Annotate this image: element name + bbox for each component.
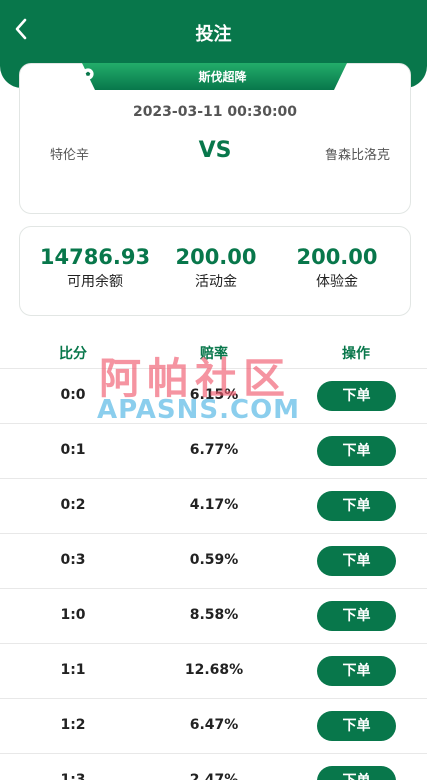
odds-cell: 6.77% bbox=[189, 442, 239, 458]
place-bet-button[interactable]: 下单 bbox=[317, 711, 396, 741]
table-row: 0:0 6.15% 下单 bbox=[0, 368, 427, 424]
score-cell: 0:3 bbox=[60, 552, 86, 568]
away-team: 鲁森比洛克 bbox=[324, 148, 390, 163]
page-title: 投注 bbox=[195, 24, 232, 45]
table-row: 0:3 0.59% 下单 bbox=[0, 533, 427, 589]
odds-cell: 6.47% bbox=[189, 717, 239, 733]
soccer-ball-icon bbox=[82, 68, 194, 82]
score-cell: 0:2 bbox=[60, 497, 86, 513]
place-bet-button[interactable]: 下单 bbox=[317, 546, 396, 576]
available-balance-value: 14786.93 bbox=[39, 245, 151, 269]
place-bet-button[interactable]: 下单 bbox=[317, 381, 396, 411]
trial-fund-label: 体验金 bbox=[316, 274, 358, 290]
odds-cell: 6.15% bbox=[189, 387, 239, 403]
odds-cell: 4.17% bbox=[189, 497, 239, 513]
place-bet-button[interactable]: 下单 bbox=[317, 601, 396, 631]
odds-cell: 8.58% bbox=[189, 607, 239, 623]
header-score: 比分 bbox=[59, 346, 87, 362]
place-bet-button[interactable]: 下单 bbox=[317, 766, 396, 780]
place-bet-button[interactable]: 下单 bbox=[317, 491, 396, 521]
activity-fund-label: 活动金 bbox=[195, 274, 237, 290]
odds-cell: 0.59% bbox=[189, 552, 239, 568]
score-cell: 0:1 bbox=[60, 442, 86, 458]
score-cell: 1:1 bbox=[60, 662, 86, 678]
league-tab: 斯伐超降 bbox=[82, 63, 347, 91]
table-row: 1:1 12.68% 下单 bbox=[0, 643, 427, 699]
header-action: 操作 bbox=[342, 346, 370, 362]
place-bet-button[interactable]: 下单 bbox=[317, 436, 396, 466]
table-row: 0:1 6.77% 下单 bbox=[0, 423, 427, 479]
table-row: 1:3 2.47% 下单 bbox=[0, 753, 427, 780]
league-label: 斯伐超降 bbox=[82, 68, 347, 85]
odds-cell: 12.68% bbox=[184, 662, 244, 678]
score-cell: 1:3 bbox=[60, 772, 86, 780]
match-card: 斯伐超降 2023-03-11 00:30:00 特伦辛 VS 鲁森比洛克 bbox=[19, 63, 411, 214]
trial-fund-value: 200.00 bbox=[296, 245, 378, 269]
available-balance-label: 可用余额 bbox=[67, 274, 123, 290]
table-header: 比分 赔率 操作 bbox=[0, 340, 427, 369]
table-row: 1:2 6.47% 下单 bbox=[0, 698, 427, 754]
activity-fund-value: 200.00 bbox=[175, 245, 257, 269]
trial-fund: 200.00 体验金 bbox=[272, 245, 402, 291]
odds-cell: 2.47% bbox=[189, 772, 239, 780]
league-name: 斯伐超降 bbox=[198, 70, 247, 84]
score-cell: 0:0 bbox=[60, 387, 86, 403]
table-row: 1:0 8.58% 下单 bbox=[0, 588, 427, 644]
balance-card: 14786.93 可用余额 200.00 活动金 200.00 体验金 bbox=[19, 226, 411, 316]
match-time: 2023-03-11 00:30:00 bbox=[132, 104, 298, 120]
place-bet-button[interactable]: 下单 bbox=[317, 656, 396, 686]
score-cell: 1:0 bbox=[60, 607, 86, 623]
activity-fund: 200.00 活动金 bbox=[151, 245, 281, 291]
score-cell: 1:2 bbox=[60, 717, 86, 733]
available-balance: 14786.93 可用余额 bbox=[30, 245, 160, 291]
table-row: 0:2 4.17% 下单 bbox=[0, 478, 427, 534]
header-odds: 赔率 bbox=[200, 346, 228, 362]
